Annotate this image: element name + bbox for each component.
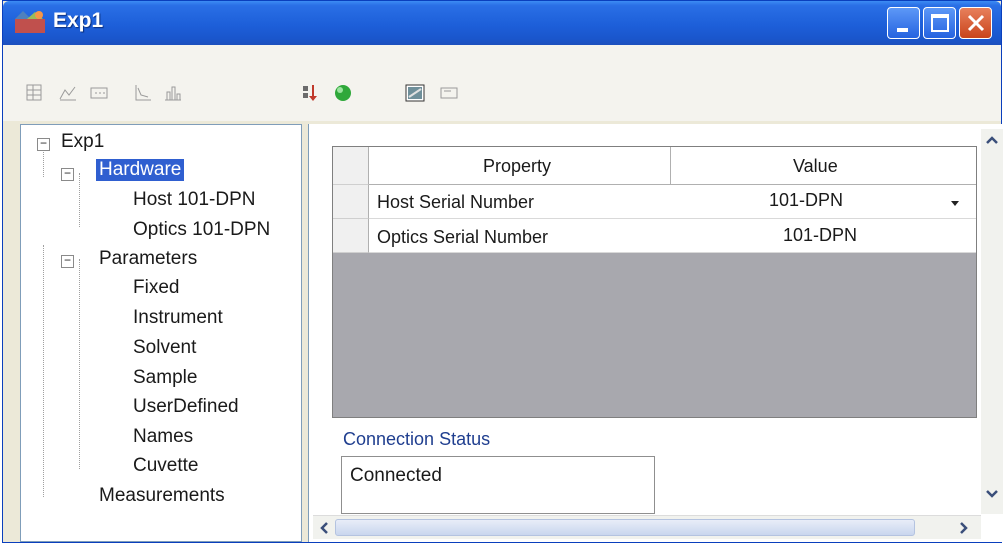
connection-status-box[interactable]: Connected: [341, 456, 655, 514]
minimize-icon: [897, 28, 908, 32]
tree-node-sample[interactable]: Sample: [133, 367, 197, 389]
image-window-icon[interactable]: [405, 83, 425, 103]
tree-node-optics[interactable]: Optics 101-DPN: [133, 219, 270, 241]
grid-header: Property Value: [333, 147, 976, 185]
minimize-button[interactable]: [887, 7, 920, 39]
row-header[interactable]: [333, 219, 369, 253]
tree-node-parameters[interactable]: Parameters: [99, 248, 197, 270]
close-icon: [967, 14, 985, 32]
sort-icon[interactable]: [301, 83, 321, 103]
tree-node-instrument[interactable]: Instrument: [133, 307, 223, 329]
app-icon: [15, 11, 45, 33]
column-separator[interactable]: [670, 147, 671, 185]
connection-status-value: Connected: [350, 465, 442, 486]
expand-toggle-hardware[interactable]: −: [61, 167, 74, 181]
grid-view-icon[interactable]: [25, 83, 45, 103]
grid-corner: [333, 147, 369, 185]
tree-view[interactable]: − Exp1 − Hardware Host 101-DPN Optics 10…: [20, 124, 302, 542]
property-name: Host Serial Number: [377, 192, 535, 212]
line-chart-icon[interactable]: [58, 83, 78, 103]
vertical-scrollbar[interactable]: [981, 129, 1003, 514]
property-value[interactable]: 101-DPN: [769, 190, 843, 211]
main-window: Exp1 − Exp1 − Hardware Host 101-DPN Opti…: [2, 0, 1003, 543]
connection-status-label: Connection Status: [343, 429, 491, 449]
scroll-thumb[interactable]: [335, 519, 915, 536]
table-icon[interactable]: [89, 83, 109, 103]
tree-node-hardware[interactable]: Hardware: [96, 159, 185, 181]
tree-node-host[interactable]: Host 101-DPN: [133, 189, 256, 211]
tree-line: [43, 245, 44, 497]
tree-node-exp1[interactable]: Exp1: [61, 131, 104, 153]
bar-chart-icon[interactable]: [163, 83, 183, 103]
column-header-property[interactable]: Property: [483, 156, 551, 177]
title-bar[interactable]: Exp1: [3, 1, 1001, 45]
maximize-button[interactable]: [923, 7, 956, 39]
scroll-down-icon[interactable]: [984, 487, 1000, 501]
scroll-left-icon[interactable]: [317, 520, 331, 536]
tree-node-names[interactable]: Names: [133, 426, 193, 448]
property-value[interactable]: 101-DPN: [783, 225, 857, 246]
panel-icon[interactable]: [439, 83, 459, 103]
expand-toggle-exp1[interactable]: −: [37, 137, 50, 151]
property-grid: Property Value Host Serial Number 101-DP…: [332, 146, 977, 418]
row-header[interactable]: [333, 185, 369, 219]
tree-node-measurements[interactable]: Measurements: [99, 485, 225, 507]
axis-chart-icon[interactable]: [133, 83, 153, 103]
expand-toggle-parameters[interactable]: −: [61, 254, 74, 268]
tree-node-cuvette[interactable]: Cuvette: [133, 455, 198, 477]
status-green-icon[interactable]: [333, 83, 353, 103]
close-button[interactable]: [959, 7, 992, 39]
scroll-up-icon[interactable]: [984, 133, 1000, 147]
table-row[interactable]: Optics Serial Number 101-DPN: [369, 219, 976, 253]
scroll-right-icon[interactable]: [957, 520, 971, 536]
column-header-value[interactable]: Value: [793, 156, 838, 177]
chevron-down-icon[interactable]: [947, 195, 963, 211]
table-row[interactable]: Host Serial Number 101-DPN: [369, 185, 976, 219]
toolbar: [3, 45, 1001, 121]
tree-line: [79, 259, 80, 469]
tree-node-solvent[interactable]: Solvent: [133, 337, 196, 359]
property-name: Optics Serial Number: [377, 227, 549, 247]
tree-node-userdefined[interactable]: UserDefined: [133, 396, 239, 418]
tree-node-fixed[interactable]: Fixed: [133, 277, 179, 299]
tree-line: [79, 173, 80, 227]
horizontal-scrollbar[interactable]: [313, 515, 981, 539]
tree-line: [43, 149, 44, 177]
window-title: Exp1: [53, 9, 104, 32]
maximize-icon: [931, 14, 949, 32]
